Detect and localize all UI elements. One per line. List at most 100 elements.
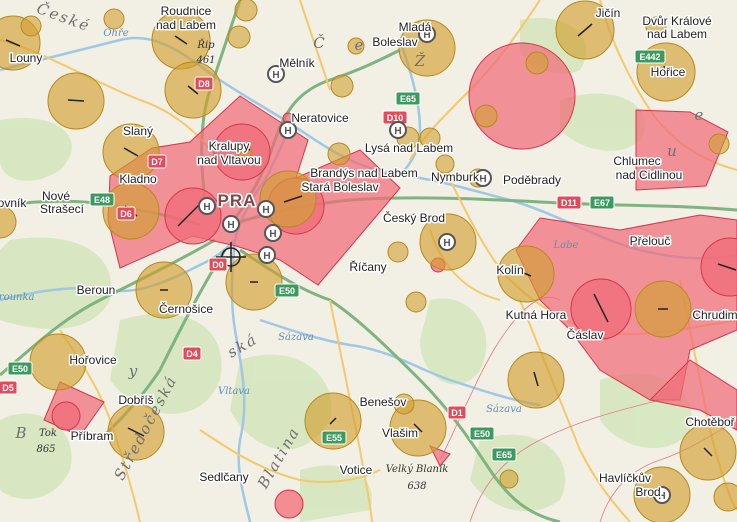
euro-route-shield: E48 <box>89 192 115 207</box>
place-label: Hořovice <box>69 353 117 367</box>
airspace-map[interactable]: ČeskéČŽeueStředočeskáskáBlatinaBy OhřeBe… <box>0 0 737 522</box>
place-label: Dvůr Králové <box>642 14 712 28</box>
place-label: Beroun <box>77 283 116 297</box>
river-label: Ohře <box>103 28 128 39</box>
region-label: y <box>128 362 139 380</box>
svg-text:H: H <box>227 220 234 231</box>
region-labels: ČeskéČŽeueStředočeskáskáBlatinaBy <box>14 0 706 492</box>
svg-text:H: H <box>269 229 276 240</box>
place-label: Nové <box>42 189 70 203</box>
road-label: E50 <box>12 364 28 374</box>
road-label: E442 <box>639 52 660 62</box>
heliport-icon[interactable]: H <box>258 246 276 264</box>
euro-route-shield: E50 <box>469 426 495 441</box>
road-label: E55 <box>326 433 342 443</box>
heliport-icon[interactable]: H <box>198 197 216 215</box>
river-label: Vltava <box>218 386 250 397</box>
peak-label: 638 <box>407 481 426 492</box>
motorway-shield: D11 <box>556 195 582 210</box>
motorway-shield: D8 <box>194 76 214 91</box>
road-label: E65 <box>496 450 512 460</box>
place-label: Jičín <box>596 6 621 20</box>
capital-label: PRA <box>218 191 257 210</box>
road-label: E48 <box>94 195 110 205</box>
place-label: Kladno <box>119 172 157 186</box>
region-label: Středočeská <box>110 372 180 483</box>
place-label: Dobříš <box>118 393 153 407</box>
place-label: Brod <box>635 485 660 499</box>
peak-label: Velký Blaník <box>386 464 449 475</box>
place-label: Chlumec <box>613 154 660 168</box>
svg-text:H: H <box>263 251 270 262</box>
label-layer: ČeskéČŽeueStředočeskáskáBlatinaBy OhřeBe… <box>0 0 737 504</box>
place-label: Lysá nad Labem <box>365 141 453 155</box>
place-label: Hořice <box>651 65 686 79</box>
place-label: nad Cidlinou <box>616 168 683 182</box>
place-label: Brandýs nad Labem <box>310 166 417 180</box>
heliport-icon[interactable]: H <box>389 121 407 139</box>
road-label: D6 <box>120 209 132 219</box>
region-label: u <box>667 142 679 160</box>
svg-text:H: H <box>443 238 450 249</box>
heliports[interactable]: HHHHHHHHHHHH <box>198 25 671 504</box>
place-label: Roudnice <box>161 4 212 18</box>
road-label: D8 <box>198 79 210 89</box>
heliport-icon[interactable]: H <box>257 200 275 218</box>
road-label: D4 <box>186 349 198 359</box>
euro-route-shield: E50 <box>274 283 300 298</box>
motorway-shield: D5 <box>0 380 18 395</box>
motorway-shield: D6 <box>116 206 136 221</box>
euro-route-shield: E55 <box>321 430 347 445</box>
place-label: Sedlčany <box>199 470 248 484</box>
svg-text:H: H <box>479 174 486 185</box>
euro-route-shield: E50 <box>7 361 33 376</box>
euro-route-shield: E442 <box>634 49 666 64</box>
region-label: e <box>355 36 366 54</box>
region-label: Č <box>313 33 326 52</box>
region-label: Blatina <box>253 423 303 492</box>
heliport-icon[interactable]: H <box>438 233 456 251</box>
place-label: Strašecí <box>40 202 85 216</box>
place-label: Louny <box>10 51 43 65</box>
heliport-icon[interactable]: H <box>222 215 240 233</box>
place-label: nad Vltavou <box>197 153 260 167</box>
place-label: Chotěboř <box>685 415 735 429</box>
motorway-shield: D0 <box>208 257 228 272</box>
svg-text:H: H <box>394 126 401 137</box>
region-label: České <box>34 0 93 35</box>
heliport-icon[interactable]: H <box>264 224 282 242</box>
place-label: Kralupy <box>209 139 250 153</box>
place-label: ovník <box>0 196 27 210</box>
road-label: D11 <box>561 198 577 208</box>
river-label: Sázava <box>278 332 314 343</box>
peak-label: Tok <box>39 428 57 439</box>
place-label: Černošice <box>159 301 213 316</box>
river-label: Sázava <box>486 404 522 415</box>
motorway-shield: D4 <box>182 346 202 361</box>
region-label: e <box>695 106 706 124</box>
road-label: E50 <box>474 429 490 439</box>
peak-label: Řip <box>196 39 215 51</box>
place-label: Kutná Hora <box>506 308 567 322</box>
place-label: nad Labem <box>156 18 216 32</box>
place-label: Mladá <box>399 20 432 34</box>
place-labels: LounyRoudnicenad LabemMělníkMladáBolesla… <box>0 3 737 501</box>
peak-label: 461 <box>195 55 215 66</box>
svg-text:H: H <box>272 70 279 81</box>
place-label: Slaný <box>123 124 153 138</box>
road-label: D5 <box>2 383 14 393</box>
road-label: E67 <box>594 198 610 208</box>
region-label: Ž <box>414 52 427 70</box>
place-label: Kolín <box>496 263 523 277</box>
place-label: Poděbrady <box>503 173 561 187</box>
place-label: Čáslav <box>567 327 604 342</box>
place-label: nad Labem <box>647 27 707 41</box>
peak-label: 865 <box>36 444 55 455</box>
euro-route-shield: E65 <box>491 447 517 462</box>
place-label: Votice <box>340 463 373 477</box>
euro-route-shield: E65 <box>395 91 421 106</box>
place-label: Říčany <box>349 259 386 274</box>
svg-text:H: H <box>262 205 269 216</box>
place-label: Přelouč <box>630 234 671 248</box>
svg-text:H: H <box>284 126 291 137</box>
